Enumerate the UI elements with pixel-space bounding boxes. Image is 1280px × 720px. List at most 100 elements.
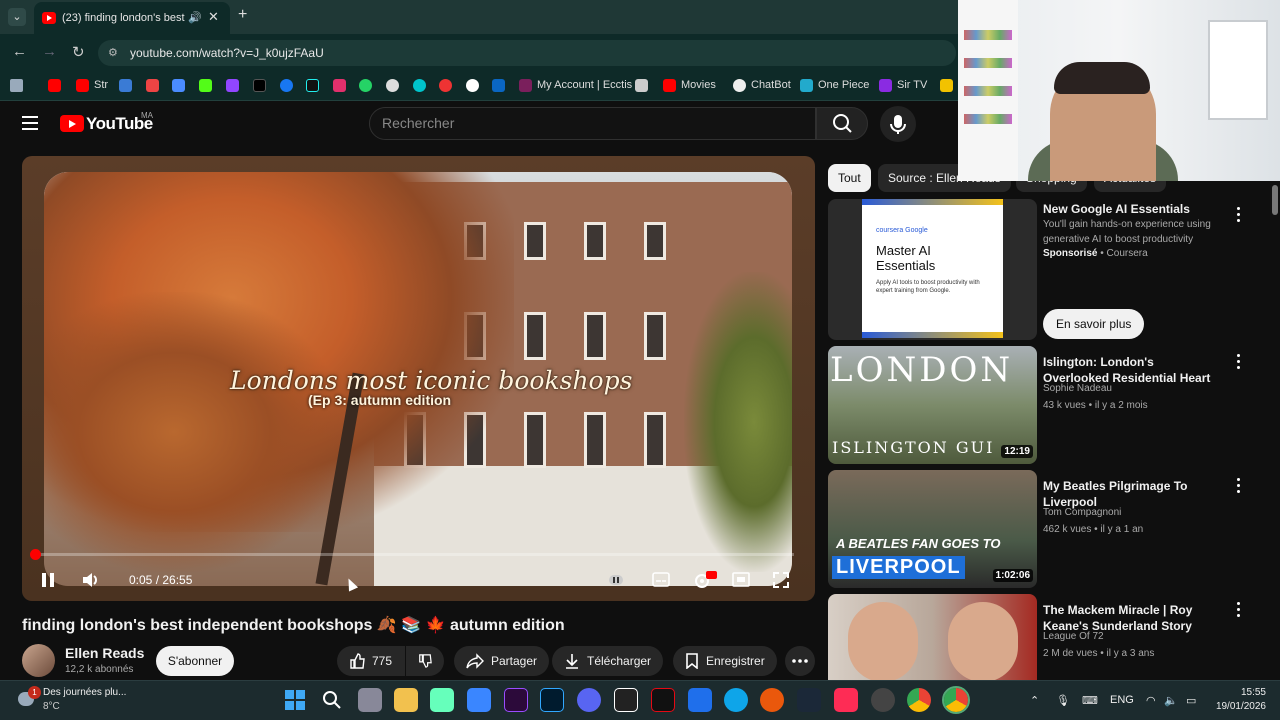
voice-search-button[interactable] bbox=[880, 106, 916, 142]
tab-close-icon[interactable]: ✕ bbox=[208, 9, 219, 25]
bookmark-gmail-icon[interactable] bbox=[146, 77, 159, 93]
photoshop-icon[interactable] bbox=[540, 688, 564, 712]
recommended-video[interactable]: A BEATLES FAN GOES TO LIVERPOOL 1:02:06 … bbox=[828, 470, 1268, 588]
video-thumbnail[interactable]: A BEATLES FAN GOES TO LIVERPOOL 1:02:06 bbox=[828, 470, 1037, 588]
dislike-button[interactable] bbox=[406, 646, 444, 676]
battery-icon[interactable]: ▭ bbox=[1186, 694, 1196, 707]
steam-icon[interactable] bbox=[797, 688, 821, 712]
bookmark-one-piece[interactable]: One Piece bbox=[800, 77, 869, 93]
more-actions-button[interactable] bbox=[785, 646, 815, 676]
bookmark-k-icon[interactable] bbox=[199, 77, 212, 93]
bookmark-sir-tv[interactable]: Sir TV bbox=[879, 77, 927, 93]
hamburger-menu-icon[interactable] bbox=[22, 116, 38, 130]
subtitles-icon[interactable] bbox=[652, 572, 670, 587]
apps-icon[interactable] bbox=[10, 77, 23, 93]
video-menu-icon[interactable] bbox=[1233, 602, 1243, 618]
snipping-tool-icon[interactable] bbox=[430, 688, 454, 712]
bookmark-k2-icon[interactable] bbox=[940, 77, 953, 93]
progress-bar[interactable] bbox=[34, 553, 794, 556]
weather-widget[interactable]: 1 Des journées plu... 8°C bbox=[14, 686, 154, 714]
site-info-icon[interactable]: ⚙ bbox=[108, 46, 118, 59]
language-indicator[interactable]: ENG bbox=[1110, 694, 1134, 706]
volume-icon[interactable] bbox=[81, 571, 101, 589]
pause-icon[interactable] bbox=[41, 573, 55, 587]
video-menu-icon[interactable] bbox=[1233, 354, 1243, 370]
recommended-video[interactable]: The Mackem Miracle | Roy Keane's Sunderl… bbox=[828, 594, 1268, 680]
discord-icon[interactable] bbox=[577, 688, 601, 712]
address-bar[interactable]: ⚙ youtube.com/watch?v=J_k0ujzFAaU bbox=[98, 40, 956, 66]
recommended-video[interactable]: LONDON ISLINGTON GUI 12:19 Islington: Lo… bbox=[828, 346, 1268, 464]
search-box[interactable] bbox=[369, 107, 816, 140]
youtube-logo-icon[interactable] bbox=[60, 115, 84, 132]
video-channel[interactable]: Sophie Nadeau bbox=[1043, 383, 1112, 394]
task-view-icon[interactable] bbox=[358, 688, 382, 712]
browser-tab[interactable]: (23) finding london's best independent b… bbox=[34, 2, 230, 34]
bookmark-x-icon[interactable] bbox=[253, 77, 266, 93]
tiktok-icon[interactable] bbox=[834, 688, 858, 712]
channel-name[interactable]: Ellen Reads bbox=[65, 645, 144, 661]
video-title[interactable]: Islington: London's Overlooked Residenti… bbox=[1043, 354, 1223, 386]
autoplay-toggle-icon[interactable] bbox=[608, 572, 624, 588]
video-thumbnail[interactable] bbox=[828, 594, 1037, 680]
share-button[interactable]: Partager bbox=[454, 646, 550, 676]
bookmark-instagram-icon[interactable] bbox=[333, 77, 346, 93]
bookmark-youtube-icon[interactable] bbox=[48, 77, 61, 93]
bookmark-tiktok-icon[interactable] bbox=[306, 77, 319, 93]
forward-icon[interactable]: → bbox=[42, 43, 57, 60]
prime-video-icon[interactable] bbox=[688, 688, 712, 712]
ad-title[interactable]: New Google AI Essentials bbox=[1043, 201, 1223, 217]
tab-search-button[interactable]: ⌄ bbox=[8, 8, 26, 26]
bookmark-info-icon[interactable] bbox=[466, 77, 479, 93]
bookmark-crown-icon[interactable] bbox=[635, 77, 648, 93]
bookmark-chatbot[interactable]: ChatBot bbox=[733, 77, 791, 93]
learn-more-button[interactable]: En savoir plus bbox=[1043, 309, 1145, 339]
ad-item[interactable]: coursera Google Master AI Essentials App… bbox=[828, 199, 1268, 341]
bookmark-str[interactable]: Str bbox=[76, 77, 108, 93]
reload-icon[interactable]: ↻ bbox=[72, 43, 85, 61]
taskbar-search-icon[interactable] bbox=[321, 689, 343, 711]
back-icon[interactable]: ← bbox=[12, 43, 27, 60]
bookmark-icon-1[interactable] bbox=[119, 77, 132, 93]
file-explorer-icon[interactable] bbox=[394, 688, 418, 712]
tray-mic-icon[interactable]: 🎙 bbox=[1056, 694, 1070, 707]
windows-start-icon[interactable] bbox=[284, 689, 306, 711]
chrome-active-icon[interactable] bbox=[942, 686, 970, 714]
video-channel[interactable]: Tom Compagnoni bbox=[1043, 507, 1121, 518]
settings-gear-icon[interactable] bbox=[692, 570, 718, 590]
fullscreen-icon[interactable] bbox=[773, 572, 789, 588]
subscribe-button[interactable]: S'abonner bbox=[156, 646, 234, 676]
search-button[interactable] bbox=[816, 107, 868, 140]
video-channel[interactable]: League Of 72 bbox=[1043, 631, 1104, 642]
netflix-icon[interactable] bbox=[651, 688, 675, 712]
bookmark-canva-icon[interactable] bbox=[413, 77, 426, 93]
bookmark-facebook-icon[interactable] bbox=[280, 77, 293, 93]
like-button[interactable]: 775 bbox=[337, 646, 405, 676]
search-input[interactable] bbox=[382, 115, 802, 131]
microsoft-store-icon[interactable] bbox=[467, 688, 491, 712]
bookmark-ecctis[interactable]: My Account | Ecctis bbox=[519, 77, 632, 93]
tray-keyboard-icon[interactable]: ⌨ bbox=[1082, 694, 1098, 707]
ad-menu-icon[interactable] bbox=[1233, 207, 1243, 223]
new-tab-button[interactable]: + bbox=[238, 6, 247, 24]
scrollbar-thumb[interactable] bbox=[1272, 185, 1278, 215]
channel-avatar[interactable] bbox=[22, 644, 55, 677]
edge-icon[interactable] bbox=[724, 688, 748, 712]
obs-icon[interactable] bbox=[871, 688, 895, 712]
premiere-pro-icon[interactable] bbox=[504, 688, 528, 712]
speaker-icon[interactable]: 🔈 bbox=[1164, 694, 1178, 707]
bookmark-heart-icon[interactable] bbox=[439, 77, 452, 93]
download-button[interactable]: Télécharger bbox=[552, 646, 664, 676]
bookmark-twitch-icon[interactable] bbox=[226, 77, 239, 93]
wifi-icon[interactable]: ◠ bbox=[1146, 694, 1156, 707]
bookmark-chatgpt-icon[interactable] bbox=[386, 77, 399, 93]
progress-scrubber[interactable] bbox=[30, 549, 41, 560]
page-scrollbar[interactable] bbox=[1270, 183, 1280, 680]
miniplayer-icon[interactable] bbox=[732, 572, 750, 587]
tab-audio-icon[interactable]: 🔊 bbox=[188, 11, 202, 24]
video-thumbnail[interactable]: LONDON ISLINGTON GUI 12:19 bbox=[828, 346, 1037, 464]
chip-all[interactable]: Tout bbox=[828, 164, 871, 192]
bookmark-icon-2[interactable] bbox=[172, 77, 185, 93]
bookmark-whatsapp-icon[interactable] bbox=[359, 77, 372, 93]
save-button[interactable]: Enregistrer bbox=[673, 646, 777, 676]
bookmark-movies[interactable]: Movies bbox=[663, 77, 716, 93]
